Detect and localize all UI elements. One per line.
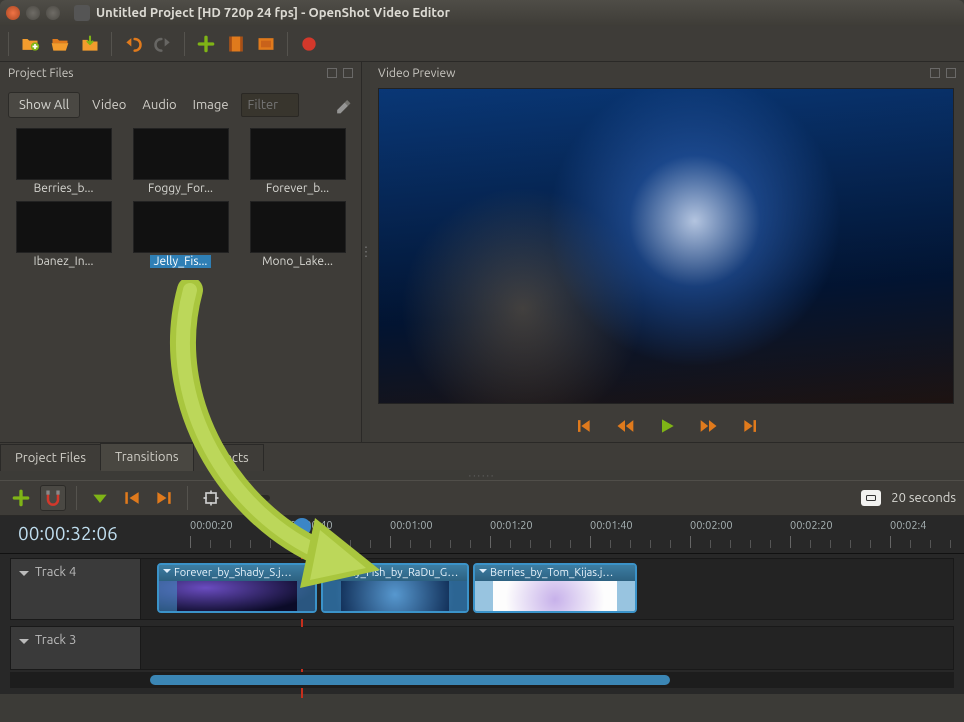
timeline-toolbar: 20 seconds <box>0 480 964 516</box>
tab-transitions[interactable]: Transitions <box>100 443 194 471</box>
thumb-foggy_for[interactable]: Foggy_For... <box>125 128 236 195</box>
thumb-label: Forever_b... <box>266 182 329 195</box>
tab-effects[interactable]: Effects <box>193 444 264 471</box>
window-title: Untitled Project [HD 720p 24 fps] - Open… <box>96 6 450 20</box>
vertical-splitter[interactable]: ⋮ <box>362 62 370 442</box>
track-4-header[interactable]: Track 4 <box>11 559 141 619</box>
thumb-mono_lake[interactable]: Mono_Lake... <box>242 201 353 268</box>
window-maximize-button[interactable] <box>46 6 60 20</box>
clip-label: Berries_by_Tom_Kijas.j… <box>490 567 613 579</box>
next-marker-button[interactable] <box>151 485 177 511</box>
filter-video-button[interactable]: Video <box>84 93 134 117</box>
main-split: Project Files Show All Video Audio Image… <box>0 62 964 442</box>
thumb-image <box>133 128 229 180</box>
thumb-label: Berries_b... <box>34 182 94 195</box>
timecode-display: 00:00:32:06 <box>18 522 118 544</box>
profile-button[interactable] <box>223 31 249 57</box>
tick: 00:01:40 <box>590 520 633 532</box>
fast-forward-icon[interactable] <box>699 416 719 436</box>
tab-project-files[interactable]: Project Files <box>0 444 101 471</box>
marker-dropdown[interactable] <box>87 485 113 511</box>
window-titlebar: Untitled Project [HD 720p 24 fps] - Open… <box>0 0 964 26</box>
clear-filter-icon[interactable] <box>333 95 353 115</box>
snap-button[interactable] <box>40 485 66 511</box>
panel-controls[interactable] <box>930 68 956 78</box>
panel-controls[interactable] <box>327 68 353 78</box>
tick: 00:02:00 <box>690 520 733 532</box>
thumb-image <box>133 201 229 253</box>
clip[interactable]: Berries_by_Tom_Kijas.j… <box>473 563 637 613</box>
tick: 00:01:20 <box>490 520 533 532</box>
tick: 00:02:20 <box>790 520 833 532</box>
zoom-label: 20 seconds <box>891 491 956 505</box>
play-icon[interactable] <box>657 416 677 436</box>
open-project-button[interactable] <box>47 31 73 57</box>
track-4: Track 4 Forever_by_Shady_S.j… Jelly_Fish_… <box>10 558 954 620</box>
prev-marker-button[interactable] <box>119 485 145 511</box>
new-project-button[interactable] <box>17 31 43 57</box>
track-3: Track 3 <box>10 626 954 670</box>
tick: 00:02:4 <box>890 520 926 532</box>
import-files-button[interactable] <box>193 31 219 57</box>
thumb-label: Ibanez_In... <box>34 255 94 268</box>
thumb-berries_b[interactable]: Berries_b... <box>8 128 119 195</box>
jump-start-icon[interactable] <box>573 416 593 436</box>
video-preview[interactable] <box>378 88 954 404</box>
thumb-ibanez_in[interactable]: Ibanez_In... <box>8 201 119 268</box>
filter-audio-button[interactable]: Audio <box>134 93 184 117</box>
track-3-header[interactable]: Track 3 <box>11 627 141 669</box>
thumb-jelly_fis[interactable]: Jelly_Fis... <box>125 201 236 268</box>
track-4-label: Track 4 <box>35 565 76 579</box>
clip-label: Jelly_Fish_by_RaDu_G… <box>338 567 458 579</box>
rewind-icon[interactable] <box>615 416 635 436</box>
thumb-label: Mono_Lake... <box>262 255 333 268</box>
tick: 00:01:00 <box>390 520 433 532</box>
zoom-slider[interactable] <box>230 495 270 501</box>
main-toolbar <box>0 26 964 62</box>
track-3-label: Track 3 <box>35 633 76 647</box>
track-3-lane[interactable] <box>141 627 953 669</box>
filter-input[interactable] <box>241 93 299 117</box>
thumb-image <box>16 201 112 253</box>
project-files-panel: Project Files Show All Video Audio Image… <box>0 62 362 442</box>
thumb-forever_b[interactable]: Forever_b... <box>242 128 353 195</box>
save-project-button[interactable] <box>77 31 103 57</box>
fullscreen-button[interactable] <box>253 31 279 57</box>
clip[interactable]: Jelly_Fish_by_RaDu_G… <box>321 563 469 613</box>
preview-panel: Video Preview <box>370 62 964 442</box>
lower-tabs: Project Files Transitions Effects <box>0 442 964 470</box>
zoom-chip[interactable] <box>861 490 881 506</box>
thumb-image <box>16 128 112 180</box>
project-files-title: Project Files <box>8 67 74 80</box>
tick: 00:00:20 <box>190 520 233 532</box>
thumbnails-grid: Berries_b... Foggy_For... Forever_b... Iban… <box>0 122 361 274</box>
window-minimize-button[interactable] <box>26 6 40 20</box>
video-preview-title: Video Preview <box>378 67 455 80</box>
redo-button[interactable] <box>150 31 176 57</box>
filter-image-button[interactable]: Image <box>185 93 237 117</box>
clip[interactable]: Forever_by_Shady_S.j… <box>157 563 317 613</box>
track-4-lane[interactable]: Forever_by_Shady_S.j… Jelly_Fish_by_RaDu_… <box>141 559 953 619</box>
export-button[interactable] <box>296 31 322 57</box>
undo-button[interactable] <box>120 31 146 57</box>
show-all-button[interactable]: Show All <box>8 92 80 118</box>
timeline: 00:00:32:06 00:00:2000:00:4000:01:0000:0… <box>0 516 964 694</box>
thumb-label: Foggy_For... <box>148 182 213 195</box>
thumb-image <box>250 201 346 253</box>
clip-label: Forever_by_Shady_S.j… <box>174 567 292 579</box>
window-close-button[interactable] <box>6 6 20 20</box>
horizontal-splitter[interactable]: ······ <box>0 470 964 480</box>
app-icon <box>74 5 90 21</box>
add-track-button[interactable] <box>8 485 34 511</box>
transport-controls <box>370 410 964 442</box>
timeline-scrollbar[interactable] <box>10 672 954 688</box>
thumb-label: Jelly_Fis... <box>150 255 212 268</box>
jump-end-icon[interactable] <box>741 416 761 436</box>
timeline-ruler[interactable]: 00:00:32:06 00:00:2000:00:4000:01:0000:0… <box>0 516 964 554</box>
thumb-image <box>250 128 346 180</box>
center-playhead-button[interactable] <box>198 485 224 511</box>
